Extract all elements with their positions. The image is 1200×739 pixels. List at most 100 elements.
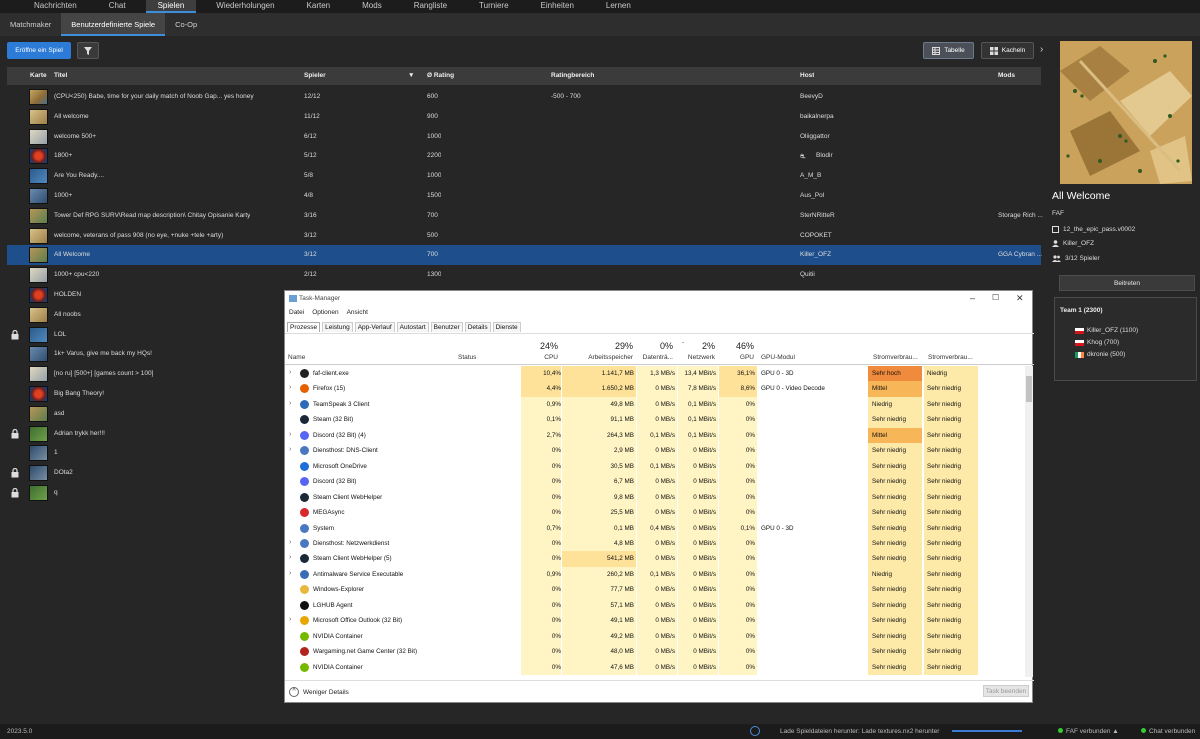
- chevron-up-icon[interactable]: ^: [289, 687, 299, 697]
- scrollbar[interactable]: [1025, 366, 1033, 677]
- team-player[interactable]: Killer_OFZ (1100): [1075, 327, 1138, 334]
- expand-chevron-icon[interactable]: ›: [289, 539, 291, 546]
- col-disk[interactable]: Datenträ...: [637, 354, 673, 361]
- expand-chevron-icon[interactable]: ›: [289, 384, 291, 391]
- col-players[interactable]: Spieler: [304, 72, 326, 79]
- nav-tab-mods[interactable]: Mods: [350, 0, 394, 13]
- col-gpu-engine[interactable]: GPU-Modul: [761, 354, 795, 361]
- col-power-trend[interactable]: Stromverbrau...: [928, 354, 973, 361]
- nav-tab-turniere[interactable]: Turniere: [467, 0, 521, 13]
- join-game-button[interactable]: Beitreten: [1059, 275, 1195, 291]
- scrollbar-thumb[interactable]: [1026, 376, 1032, 402]
- col-power[interactable]: Stromverbrau...: [873, 354, 918, 361]
- col-gpu[interactable]: GPU: [718, 354, 754, 361]
- nav-tab-lernen[interactable]: Lernen: [594, 0, 643, 13]
- col-host[interactable]: Host: [800, 72, 814, 79]
- maximize-icon[interactable]: ☐: [992, 293, 999, 302]
- expand-chevron-icon[interactable]: ›: [289, 616, 291, 623]
- process-icon: [300, 647, 309, 657]
- process-row[interactable]: › Diensthost: Netzwerkdienst 0% 4,8 MB 0 MB/…: [285, 535, 1025, 552]
- subnav-tab-2[interactable]: Co-Op: [165, 13, 207, 36]
- nav-tab-rangliste[interactable]: Rangliste: [402, 0, 459, 13]
- table-row[interactable]: 1000+ 4/8 1500 Aus_Pol: [7, 186, 1041, 206]
- table-row[interactable]: (CPU<250) Babe, time for your daily matc…: [7, 87, 1041, 107]
- process-row[interactable]: › TeamSpeak 3 Client 0,9% 49,8 MB 0 MB/s 0,1 …: [285, 396, 1025, 413]
- expand-chevron-icon[interactable]: ›: [289, 554, 291, 561]
- nav-tab-einheiten[interactable]: Einheiten: [529, 0, 586, 13]
- process-row[interactable]: › faf-client.exe 10,4% 1.141,7 MB 1,3 MB/s 13…: [285, 366, 1025, 382]
- tab-app-verlauf[interactable]: App-Verlauf: [354, 322, 395, 332]
- process-row[interactable]: › Discord (32 Bit) (4) 2,7% 264,3 MB 0,1 MB/…: [285, 427, 1025, 444]
- filter-button[interactable]: [77, 42, 99, 59]
- process-row[interactable]: Windows-Explorer 0% 77,7 MB 0 MB/s 0 MBit/s 0…: [285, 582, 1025, 598]
- table-row[interactable]: Tower Def RPG SURV\Read map description\…: [7, 206, 1043, 226]
- nav-tab-spielen[interactable]: Spielen: [145, 0, 197, 13]
- fewer-details-link[interactable]: Weniger Details: [303, 689, 349, 696]
- col-memory[interactable]: Arbeitsspeicher: [563, 354, 633, 361]
- minimize-icon[interactable]: –: [970, 293, 975, 303]
- nav-tab-karten[interactable]: Karten: [295, 0, 343, 13]
- tab-details[interactable]: Details: [464, 322, 491, 332]
- col-title[interactable]: Titel: [54, 72, 67, 79]
- table-row[interactable]: welcome 500+ 6/12 1000 Oliiggattor: [7, 127, 1041, 147]
- nav-tab-wiederholungen[interactable]: Wiederholungen: [204, 0, 286, 13]
- close-icon[interactable]: ✕: [1016, 293, 1024, 304]
- cell-mem: 1.141,7 MB: [601, 370, 634, 377]
- team-player[interactable]: dkronie (500): [1075, 351, 1125, 358]
- process-row[interactable]: System 0,7% 0,1 MB 0,4 MB/s 0 MBit/s 0,1% GPU …: [285, 520, 1025, 536]
- expand-chevron-icon[interactable]: ›: [289, 400, 291, 407]
- process-row[interactable]: Microsoft OneDrive 0% 30,5 MB 0,1 MB/s 0 MBi…: [285, 458, 1025, 475]
- table-row[interactable]: All Welcome 3/12 700 Killer_OFZ GGA Cybran .…: [7, 245, 1042, 266]
- process-row[interactable]: NVIDIA Container 0% 49,2 MB 0 MB/s 0 MBit/s 0…: [285, 628, 1025, 645]
- tab-autostart[interactable]: Autostart: [396, 322, 429, 332]
- table-row[interactable]: 1000+ cpu<220 2/12 1300 Quitii: [7, 265, 1041, 285]
- col-rating-range[interactable]: Ratingbereich: [551, 72, 594, 79]
- tab-benutzer[interactable]: Benutzer: [430, 322, 463, 332]
- table-row[interactable]: welcome, veterans of pass 908 (no eye, +…: [7, 226, 1041, 246]
- team-player[interactable]: Khog (700): [1075, 339, 1119, 346]
- process-row[interactable]: LGHUB Agent 0% 57,1 MB 0 MB/s 0 MBit/s 0% Sehr…: [285, 597, 1025, 614]
- menu-ansicht[interactable]: Ansicht: [347, 309, 368, 316]
- cell-range: -500 - 700: [551, 93, 581, 100]
- process-row[interactable]: MEGAsync 0% 25,5 MB 0 MB/s 0 MBit/s 0% Sehr ni…: [285, 505, 1025, 521]
- process-row[interactable]: › Firefox (15) 4,4% 1.650,2 MB 0 MB/s 7,8 MBi…: [285, 381, 1025, 397]
- create-game-button[interactable]: Eröffne ein Spiel: [7, 42, 71, 59]
- chevron-right-icon[interactable]: ›: [1040, 44, 1043, 55]
- process-row[interactable]: › Antimalware Service Executable 0,9% 260,2…: [285, 566, 1025, 583]
- table-row[interactable]: 1800+ 5/12 2200 Blodir ⛐: [7, 146, 1041, 166]
- nav-tab-chat[interactable]: Chat: [97, 0, 138, 13]
- menu-datei[interactable]: Datei: [289, 309, 304, 316]
- tab-prozesse[interactable]: Prozesse: [287, 322, 321, 332]
- table-row[interactable]: Are You Ready.... 5/8 1000 A_M_B: [7, 166, 1041, 186]
- nav-tab-nachrichten[interactable]: Nachrichten: [22, 0, 89, 13]
- tab-leistung[interactable]: Leistung: [322, 322, 353, 332]
- process-row[interactable]: › Microsoft Office Outlook (32 Bit) 0% 49,1…: [285, 613, 1025, 629]
- col-network[interactable]: Netzwerk: [677, 354, 715, 361]
- expand-chevron-icon[interactable]: ›: [289, 369, 291, 376]
- faf-connection-status[interactable]: FAF verbunden ▲: [1066, 728, 1119, 735]
- process-row[interactable]: Discord (32 Bit) 0% 6,7 MB 0 MB/s 0 MBit/s 0%…: [285, 474, 1025, 490]
- subnav-tab-0[interactable]: Matchmaker: [0, 13, 61, 36]
- process-row[interactable]: Wargaming.net Game Center (32 Bit) 0% 48,0…: [285, 644, 1025, 660]
- table-view-button[interactable]: Tabelle: [923, 42, 974, 59]
- expand-chevron-icon[interactable]: ›: [289, 446, 291, 453]
- tab-dienste[interactable]: Dienste: [492, 322, 521, 332]
- expand-chevron-icon[interactable]: ›: [289, 431, 291, 438]
- col-map[interactable]: Karte: [30, 72, 47, 79]
- process-row[interactable]: › Steam Client WebHelper (5) 0% 541,2 MB 0 M…: [285, 551, 1025, 567]
- process-row[interactable]: NVIDIA Container 0% 47,6 MB 0 MB/s 0 MBit/s 0…: [285, 659, 1025, 676]
- process-row[interactable]: Steam Client WebHelper 0% 9,8 MB 0 MB/s 0 MB…: [285, 489, 1025, 506]
- col-mods[interactable]: Mods: [998, 72, 1015, 79]
- tiles-view-button[interactable]: Kacheln: [981, 42, 1034, 59]
- menu-optionen[interactable]: Optionen: [312, 309, 338, 316]
- col-name[interactable]: Name: [288, 354, 305, 361]
- table-row[interactable]: All welcome 11/12 900 baikalnerpa: [7, 107, 1041, 127]
- process-row[interactable]: › Diensthost: DNS-Client 0% 2,9 MB 0 MB/s 0 M…: [285, 443, 1025, 459]
- subnav-tab-1[interactable]: Benutzerdefinierte Spiele: [61, 13, 166, 36]
- end-task-button[interactable]: Task beenden: [983, 685, 1029, 697]
- col-status[interactable]: Status: [458, 354, 476, 361]
- col-cpu[interactable]: CPU: [510, 354, 558, 361]
- col-rating[interactable]: Ø Rating: [427, 72, 454, 79]
- process-row[interactable]: Steam (32 Bit) 0,1% 91,1 MB 0 MB/s 0,1 MBit/…: [285, 412, 1025, 428]
- expand-chevron-icon[interactable]: ›: [289, 570, 291, 577]
